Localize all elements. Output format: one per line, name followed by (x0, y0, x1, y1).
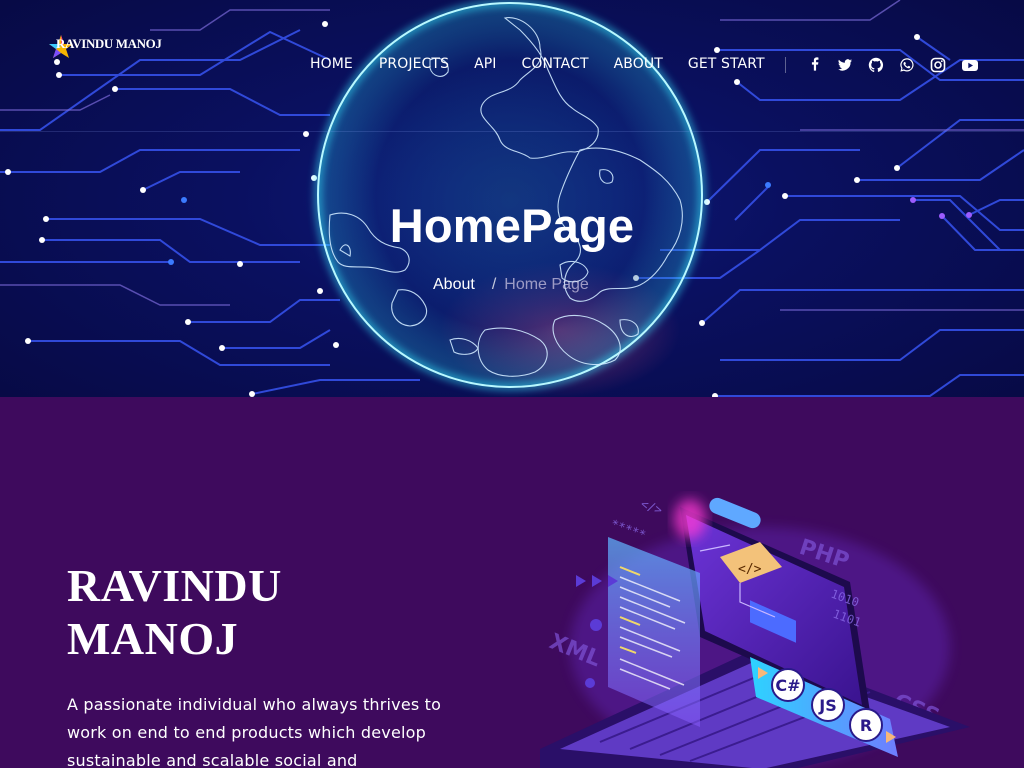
nav-separator (785, 57, 786, 73)
main-navigation: HOME PROJECTS API CONTACT ABOUT GET STAR… (310, 56, 790, 72)
nav-get-start[interactable]: GET START (688, 56, 765, 72)
breadcrumb: About / Home Page (433, 276, 589, 294)
brand-name: RAVINDU MANOJ (56, 36, 162, 51)
intro-name-heading: RAVINDU MANOJ (67, 560, 282, 664)
nav-home[interactable]: HOME (310, 56, 353, 72)
r-label: R (860, 716, 872, 735)
csharp-label: C# (775, 676, 800, 695)
nav-contact[interactable]: CONTACT (522, 56, 589, 72)
nav-projects[interactable]: PROJECTS (379, 56, 449, 72)
nav-about[interactable]: ABOUT (614, 56, 663, 72)
nav-api[interactable]: API (474, 56, 496, 72)
facebook-icon[interactable] (806, 57, 837, 73)
intro-section: RAVINDU MANOJ A passionate individual wh… (0, 397, 1024, 768)
breadcrumb-separator: / (491, 276, 497, 293)
social-links (806, 57, 992, 73)
coding-laptop-illustration: PHP XML CSS </> (540, 497, 970, 768)
instagram-icon[interactable] (930, 57, 961, 73)
page-title: HomePage (389, 199, 635, 252)
breadcrumb-current: Home Page (504, 276, 589, 293)
js-label: JS (818, 696, 836, 715)
brand-logo[interactable]: RAVINDU MANOJ (48, 34, 162, 58)
header-divider (0, 131, 1024, 132)
whatsapp-icon[interactable] (899, 57, 930, 73)
youtube-icon[interactable] (961, 57, 992, 73)
hero-banner: RAVINDU MANOJ HOME PROJECTS API CONTACT … (0, 0, 1024, 397)
breadcrumb-link-about[interactable]: About (433, 276, 475, 294)
code-tag-label: </> (738, 562, 762, 577)
twitter-icon[interactable] (837, 57, 868, 73)
intro-description: A passionate individual who always thriv… (67, 695, 442, 768)
svg-text:*****: ***** (609, 517, 648, 543)
github-icon[interactable] (868, 57, 899, 73)
svg-text:</>: </> (639, 497, 664, 518)
